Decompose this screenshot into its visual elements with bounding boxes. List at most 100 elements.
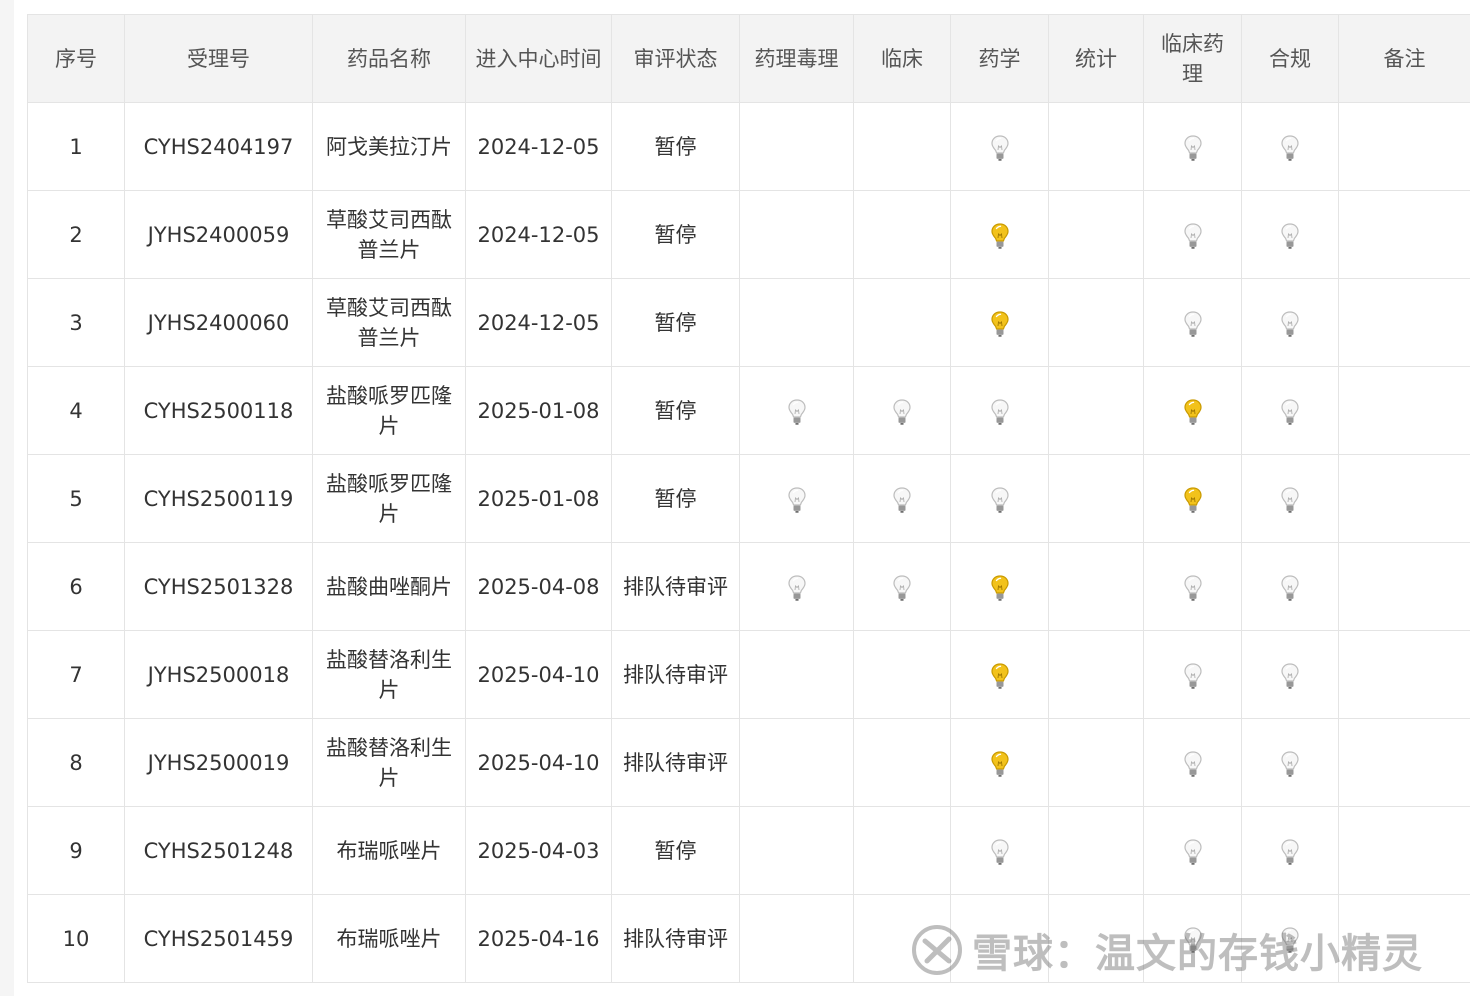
lightbulb-unlit-icon bbox=[893, 574, 911, 601]
lightbulb-unlit-icon bbox=[1281, 398, 1299, 425]
table-row: 8 JYHS2500019 盐酸替洛利生片 2025-04-10 排队待审评 bbox=[27, 718, 1470, 807]
cell-drug-name: 盐酸替洛利生片 bbox=[312, 630, 466, 719]
cell-clinical-pharmacology bbox=[1143, 718, 1242, 807]
cell-statistics bbox=[1048, 102, 1144, 191]
cell-center-entry-time: 2025-04-10 bbox=[465, 630, 612, 719]
cell-compliance bbox=[1241, 278, 1339, 367]
cell-clinical bbox=[853, 454, 951, 543]
cell-center-entry-time: 2025-04-08 bbox=[465, 542, 612, 631]
lightbulb-unlit-icon bbox=[990, 486, 1009, 513]
cell-compliance bbox=[1241, 718, 1339, 807]
cell-compliance bbox=[1241, 190, 1339, 279]
cell-accept-no: JYHS2500018 bbox=[124, 630, 313, 719]
cell-center-entry-time: 2025-04-16 bbox=[465, 894, 612, 983]
cell-remarks bbox=[1338, 630, 1470, 719]
cell-clinical bbox=[853, 806, 951, 895]
cell-clinical-pharmacology bbox=[1143, 454, 1242, 543]
cell-statistics bbox=[1048, 454, 1144, 543]
cell-remarks bbox=[1338, 102, 1470, 191]
lightbulb-lit-icon bbox=[1183, 398, 1202, 425]
cell-center-entry-time: 2025-04-10 bbox=[465, 718, 612, 807]
cell-statistics bbox=[1048, 542, 1144, 631]
cell-clinical bbox=[853, 278, 951, 367]
cell-center-entry-time: 2025-01-08 bbox=[465, 366, 612, 455]
header-clinical-pharmacology: 临床药理 bbox=[1143, 14, 1242, 103]
cell-accept-no: JYHS2500019 bbox=[124, 718, 313, 807]
cell-remarks bbox=[1338, 190, 1470, 279]
cell-statistics bbox=[1048, 806, 1144, 895]
cell-review-status: 排队待审评 bbox=[611, 894, 740, 983]
lightbulb-unlit-icon bbox=[787, 574, 806, 601]
cell-pharmaceutics bbox=[950, 102, 1049, 191]
header-seq: 序号 bbox=[27, 14, 125, 103]
cell-compliance bbox=[1241, 894, 1339, 983]
cell-compliance bbox=[1241, 630, 1339, 719]
cell-statistics bbox=[1048, 718, 1144, 807]
cell-clinical bbox=[853, 366, 951, 455]
lightbulb-unlit-icon bbox=[990, 398, 1009, 425]
header-drug-name: 药品名称 bbox=[312, 14, 466, 103]
cell-review-status: 暂停 bbox=[611, 806, 740, 895]
cell-accept-no: JYHS2400059 bbox=[124, 190, 313, 279]
cell-clinical-pharmacology bbox=[1143, 278, 1242, 367]
cell-remarks bbox=[1338, 366, 1470, 455]
header-clinical: 临床 bbox=[853, 14, 951, 103]
lightbulb-lit-icon bbox=[990, 310, 1009, 337]
cell-compliance bbox=[1241, 102, 1339, 191]
cell-clinical bbox=[853, 894, 951, 983]
cell-seq: 4 bbox=[27, 366, 125, 455]
cell-seq: 7 bbox=[27, 630, 125, 719]
table-row: 5 CYHS2500119 盐酸哌罗匹隆片 2025-01-08 暂停 bbox=[27, 454, 1470, 543]
cell-review-status: 暂停 bbox=[611, 454, 740, 543]
cell-clinical-pharmacology bbox=[1143, 366, 1242, 455]
cell-review-status: 暂停 bbox=[611, 190, 740, 279]
cell-compliance bbox=[1241, 542, 1339, 631]
cell-seq: 2 bbox=[27, 190, 125, 279]
cell-remarks bbox=[1338, 718, 1470, 807]
cell-remarks bbox=[1338, 894, 1470, 983]
cell-clinical bbox=[853, 630, 951, 719]
cell-pharmaceutics bbox=[950, 190, 1049, 279]
cell-drug-name: 盐酸哌罗匹隆片 bbox=[312, 366, 466, 455]
lightbulb-unlit-icon bbox=[787, 486, 806, 513]
review-status-table: 序号 受理号 药品名称 进入中心时间 审评状态 药理毒理 临床 药学 统计 临床药理 合规 备注 1C… bbox=[27, 14, 1470, 983]
cell-clinical-pharmacology bbox=[1143, 630, 1242, 719]
cell-pharmtox bbox=[739, 190, 854, 279]
review-status-table-container: 序号 受理号 药品名称 进入中心时间 审评状态 药理毒理 临床 药学 统计 临床药理 合规 备注 1C… bbox=[27, 14, 1470, 983]
cell-pharmaceutics bbox=[950, 718, 1049, 807]
cell-compliance bbox=[1241, 366, 1339, 455]
cell-drug-name: 盐酸替洛利生片 bbox=[312, 718, 466, 807]
cell-accept-no: CYHS2501248 bbox=[124, 806, 313, 895]
cell-pharmaceutics bbox=[950, 806, 1049, 895]
cell-center-entry-time: 2025-01-08 bbox=[465, 454, 612, 543]
cell-pharmtox bbox=[739, 718, 854, 807]
cell-accept-no: CYHS2500118 bbox=[124, 366, 313, 455]
lightbulb-unlit-icon bbox=[1281, 310, 1299, 337]
lightbulb-unlit-icon bbox=[1281, 750, 1299, 777]
header-remarks: 备注 bbox=[1338, 14, 1470, 103]
table-row: 4 CYHS2500118 盐酸哌罗匹隆片 2025-01-08 暂停 bbox=[27, 366, 1470, 455]
table-header-row: 序号 受理号 药品名称 进入中心时间 审评状态 药理毒理 临床 药学 统计 临床药理 合规 备注 bbox=[27, 14, 1470, 103]
cell-pharmtox bbox=[739, 894, 854, 983]
lightbulb-unlit-icon bbox=[1281, 574, 1299, 601]
cell-seq: 10 bbox=[27, 894, 125, 983]
table-body: 1 CYHS2404197 阿戈美拉汀片 2024-12-05 暂停 2 JYHS24000… bbox=[27, 102, 1470, 983]
page-left-margin bbox=[0, 0, 14, 996]
cell-review-status: 排队待审评 bbox=[611, 718, 740, 807]
table-row: 7 JYHS2500018 盐酸替洛利生片 2025-04-10 排队待审评 bbox=[27, 630, 1470, 719]
table-row: 6 CYHS2501328 盐酸曲唑酮片 2025-04-08 排队待审评 bbox=[27, 542, 1470, 631]
table-row: 9 CYHS2501248 布瑞哌唑片 2025-04-03 暂停 bbox=[27, 806, 1470, 895]
cell-statistics bbox=[1048, 190, 1144, 279]
header-review-status: 审评状态 bbox=[611, 14, 740, 103]
cell-pharmtox bbox=[739, 630, 854, 719]
table-row: 2 JYHS2400059 草酸艾司西酞普兰片 2024-12-05 暂停 bbox=[27, 190, 1470, 279]
lightbulb-lit-icon bbox=[990, 750, 1009, 777]
cell-drug-name: 盐酸曲唑酮片 bbox=[312, 542, 466, 631]
lightbulb-unlit-icon bbox=[1183, 574, 1202, 601]
cell-pharmtox bbox=[739, 454, 854, 543]
cell-accept-no: CYHS2404197 bbox=[124, 102, 313, 191]
cell-accept-no: CYHS2501328 bbox=[124, 542, 313, 631]
lightbulb-unlit-icon bbox=[1183, 222, 1202, 249]
header-accept-no: 受理号 bbox=[124, 14, 313, 103]
cell-clinical bbox=[853, 102, 951, 191]
